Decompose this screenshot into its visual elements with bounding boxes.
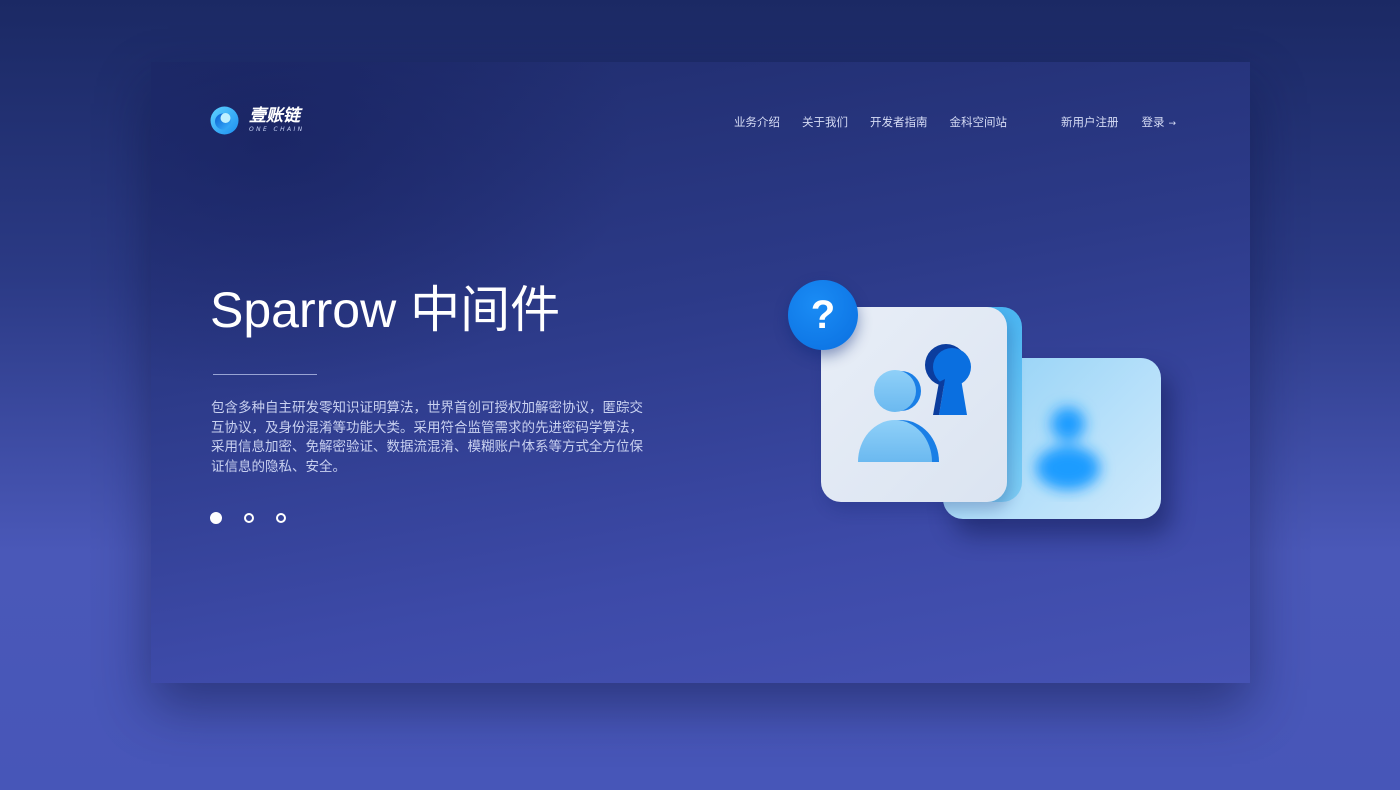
nav-item-about[interactable]: 关于我们 [802, 114, 848, 130]
logo-text: 壹账链 ONE CHAIN [249, 107, 305, 134]
hero-title: Sparrow 中间件 [210, 282, 561, 338]
main-nav: 业务介绍 关于我们 开发者指南 金科空间站 [734, 114, 1029, 130]
login-label: 登录 [1141, 115, 1165, 129]
title-divider [213, 374, 317, 375]
carousel-dot-2[interactable] [244, 513, 254, 523]
nav-item-business[interactable]: 业务介绍 [734, 114, 780, 130]
keyhole-icon [925, 344, 971, 415]
arrow-right-icon: → [1168, 119, 1177, 129]
register-link[interactable]: 新用户注册 [1061, 114, 1119, 130]
logo-name-en: ONE CHAIN [249, 126, 305, 133]
one-chain-logo-icon [210, 106, 239, 135]
carousel-dot-1[interactable] [210, 512, 222, 524]
logo[interactable]: 壹账链 ONE CHAIN [210, 106, 305, 135]
blurred-user-icon [1006, 382, 1126, 502]
account-nav: 新用户注册 登录 → [1061, 114, 1199, 130]
logo-name-cn: 壹账链 [249, 106, 300, 126]
nav-item-fintech-station[interactable]: 金科空间站 [950, 114, 1008, 130]
question-badge-icon: ? [788, 280, 858, 350]
hero-description: 包含多种自主研发零知识证明算法，世界首创可授权加解密协议，匿踪交互协议，及身份混… [211, 400, 643, 475]
login-link[interactable]: 登录 → [1142, 114, 1177, 130]
nav-item-developer-guide[interactable]: 开发者指南 [870, 114, 928, 130]
hero-illustration: ? [781, 272, 1181, 542]
carousel-dot-3[interactable] [276, 513, 286, 523]
carousel-indicators [210, 512, 308, 524]
hero-frame: 壹账链 ONE CHAIN 业务介绍 关于我们 开发者指南 金科空间站 新用户注… [151, 62, 1250, 683]
